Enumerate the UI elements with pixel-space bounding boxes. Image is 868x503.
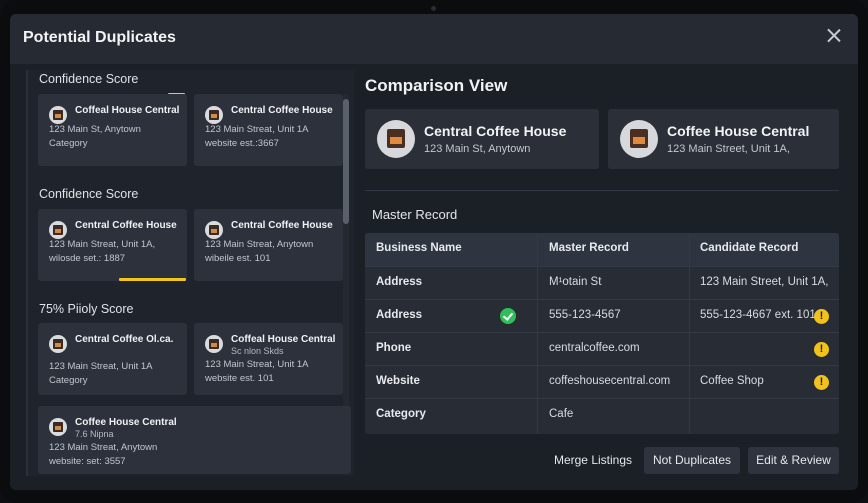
dialog-title: Potential Duplicates [23,29,176,46]
field-label: Address [376,276,423,288]
candidate-card[interactable]: Central Coffee House 123 Main Streat, Un… [194,94,343,166]
card-name: Central Coffee House [75,220,177,231]
field-label: Website [376,375,420,387]
camera-dot [431,6,436,11]
business-name: Coffee House Central [667,123,810,139]
table-row[interactable]: Address M¹otain St 123 Main Street, Unit… [365,266,839,299]
card-address: 123 Main St, Anytown [49,124,141,135]
merge-listings-button[interactable]: Merge Listings [547,447,639,474]
store-icon [49,335,67,353]
column-header: Business Name [376,242,462,254]
master-value: coffeshousecentral.com [549,375,671,387]
scrollbar-thumb[interactable] [343,99,349,224]
candidate-value: 123 Main Street, Unit 1A, [700,276,829,288]
candidate-card[interactable]: Central Coffee Ol.ca. 123 Main Streat, U… [38,323,187,395]
not-duplicates-button[interactable]: Not Duplicates [644,447,740,474]
card-address: 123 Main Streat, Unit 1A, [49,239,156,250]
group-label: Confidence Score [39,72,139,86]
card-detail: website: set: 3557 [49,456,126,467]
card-detail: wilosde set.: 1887 [49,253,126,264]
store-icon [205,221,223,239]
confidence-indicator [119,278,186,281]
master-value: Cafe [549,408,574,420]
card-address: 123 Main Streat, Unit 1A [205,124,309,135]
field-label: Phone [376,342,412,354]
business-card-right: Coffee House Central 123 Main Street, Un… [608,109,839,169]
card-name: Central Coffee House [231,220,333,231]
store-icon [49,418,67,436]
section-divider [365,190,839,191]
master-value: centralcoffee.com [549,342,640,354]
card-address: 123 Main Streat, Unit 1A [205,359,309,370]
store-icon [49,221,67,239]
store-icon [205,106,223,124]
store-icon [377,120,415,158]
candidate-card[interactable]: Coffeal House Central 123 Main St, Anyto… [38,94,187,166]
edit-review-button[interactable]: Edit & Review [748,447,839,474]
business-name: Central Coffee House [424,123,567,139]
store-icon [620,120,658,158]
master-value: M¹otain St [549,276,602,288]
table-header: Business Name Master Record Candidate Re… [365,233,839,266]
store-icon [49,106,67,124]
business-address: 123 Main Street, Unit 1A, [667,143,790,155]
field-label: Address [376,309,423,321]
card-detail: website est.:3667 [205,138,279,149]
warning-icon: ! [814,309,829,324]
table-row[interactable]: Phone centralcoffee.com ! [365,332,839,365]
candidate-card[interactable]: Coffeal House Central Sc nlon Skds 123 M… [194,323,343,395]
check-circle-icon [500,308,516,324]
table-row[interactable]: Address 555-123-4567 555-123-4667 ext. 1… [365,299,839,332]
column-header: Master Record [549,242,629,254]
table-row[interactable]: Website coffeshousecentral.com Coffee Sh… [365,365,839,398]
store-icon [205,335,223,353]
card-name: Central Coffee Ol.ca. [75,334,174,345]
card-detail: Category [49,138,88,149]
comparison-table: Business Name Master Record Candidate Re… [365,233,839,434]
warning-icon: ! [814,375,829,390]
business-address: 123 Main St, Anytown [424,143,531,155]
card-detail: wibeile est. 101 [205,253,271,264]
candidate-card[interactable]: Central Coffee House 123 Main Streat, Un… [38,209,187,281]
card-address: 123 Main Streat, Anytown [205,239,314,250]
card-detail: website est. 101 [205,373,274,384]
candidate-card[interactable]: Coffee House Central 7.6 Nipna 123 Main … [38,406,351,474]
card-subtitle: Sc nlon Skds [231,346,284,356]
duplicates-dialog: Potential Duplicates Confidence Score Co… [10,14,858,490]
card-address: 123 Main Streat, Anytown [49,442,158,453]
group-label: Confidence Score [39,187,139,201]
dialog-titlebar: Potential Duplicates [10,14,858,64]
candidate-value: Coffee Shop [700,375,764,387]
master-record-title: Master Record [372,207,458,222]
comparison-title: Comparison View [365,76,508,95]
column-divider [689,233,690,434]
card-name: Coffeal House Central [231,334,336,345]
card-address: 123 Main Streat, Unit 1A [49,361,153,372]
column-divider [537,233,538,434]
candidate-card[interactable]: Central Coffee House 123 Main Streat, An… [194,209,343,281]
master-value: 555-123-4567 [549,309,621,321]
card-name: Central Coffee House [231,105,333,116]
close-icon[interactable] [824,26,844,46]
warning-icon: ! [814,342,829,357]
candidate-value: 555-123-4667 ext. 101 [700,309,816,321]
card-subtitle: 7.6 Nipna [75,429,114,439]
table-row[interactable]: Category Cafe [365,398,839,431]
business-card-left: Central Coffee House 123 Main St, Anytow… [365,109,599,169]
card-name: Coffeal House Central [75,105,180,116]
card-detail: Category [49,375,88,386]
group-label: 75% Piioly Score [39,302,134,316]
column-header: Candidate Record [700,242,799,254]
field-label: Category [376,408,426,420]
card-name: Coffee House Central [75,417,177,428]
